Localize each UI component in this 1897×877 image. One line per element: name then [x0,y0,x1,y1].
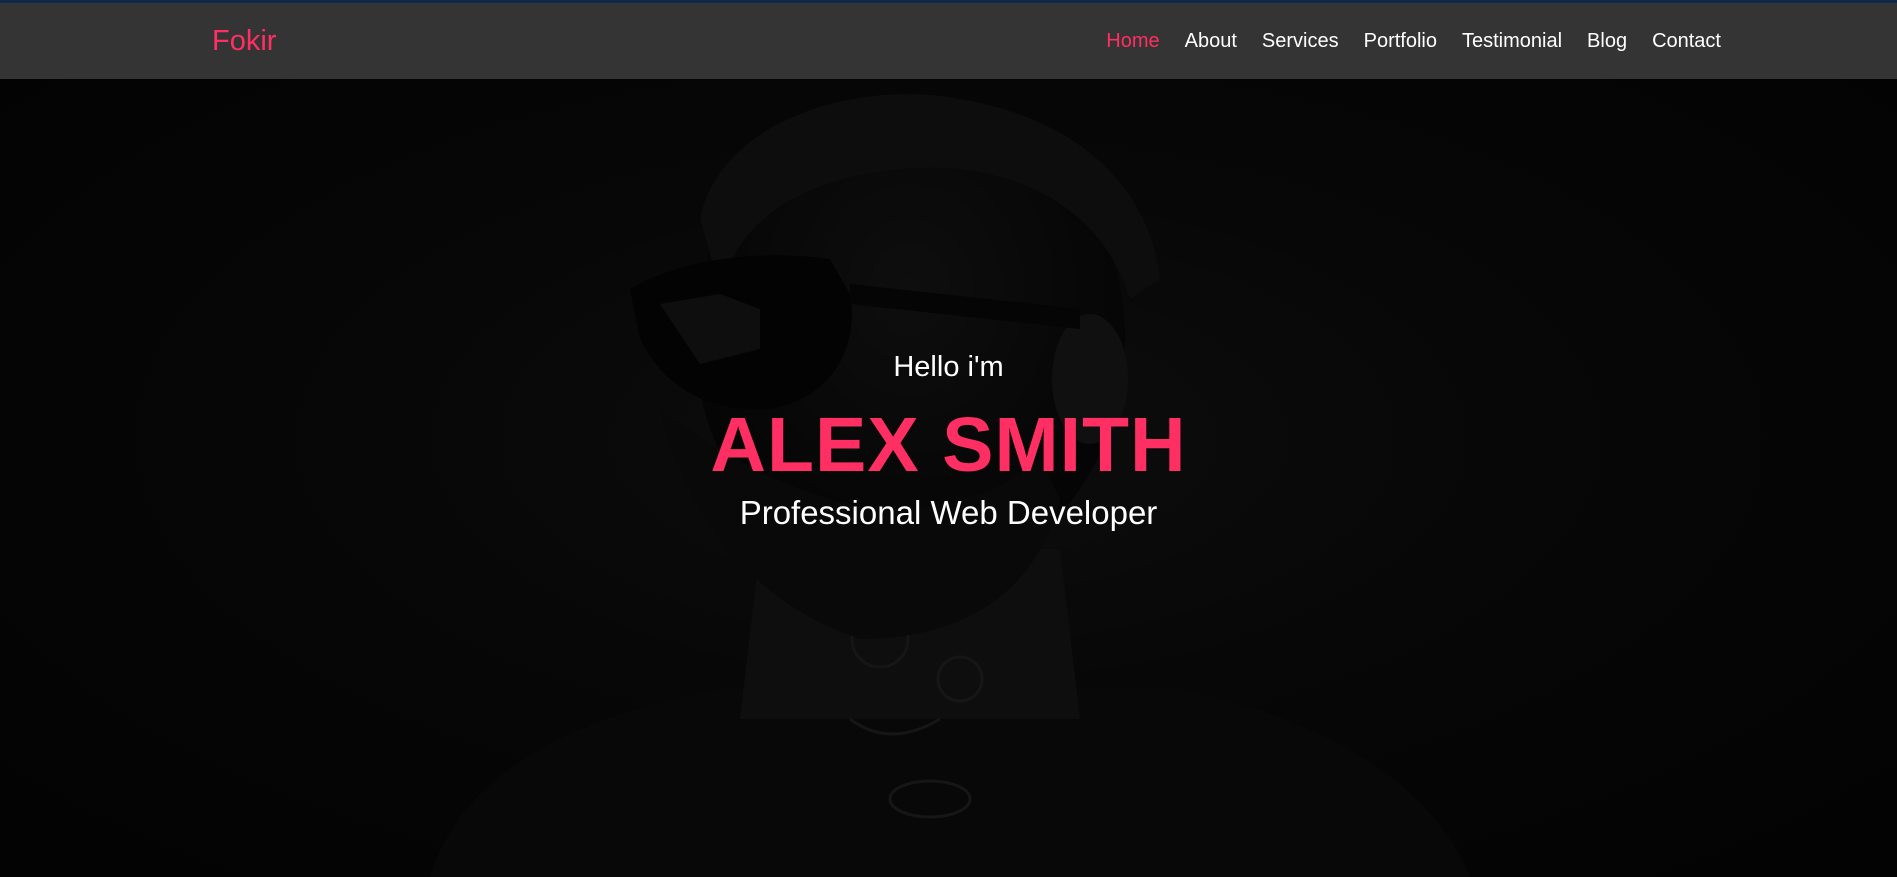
hero-content: Hello i'm ALEX SMITH Professional Web De… [0,79,1897,877]
nav-item-about[interactable]: About [1185,27,1237,55]
hero-name: ALEX SMITH [710,402,1187,488]
hero-role: Professional Web Developer [739,494,1158,531]
hero-section: Hello i'm ALEX SMITH Professional Web De… [0,79,1897,877]
nav-item-blog[interactable]: Blog [1587,27,1627,55]
nav-item-testimonial[interactable]: Testimonial [1462,27,1562,55]
main-nav: Home About Services Portfolio Testimonia… [1081,27,1721,55]
nav-item-contact[interactable]: Contact [1652,27,1721,55]
hero-greeting: Hello i'm [893,351,1004,383]
navbar: Fokir Home About Services Portfolio Test… [0,3,1897,79]
nav-item-portfolio[interactable]: Portfolio [1364,27,1437,55]
nav-item-home[interactable]: Home [1106,27,1159,55]
brand-logo[interactable]: Fokir [212,25,276,58]
nav-item-services[interactable]: Services [1262,27,1339,55]
